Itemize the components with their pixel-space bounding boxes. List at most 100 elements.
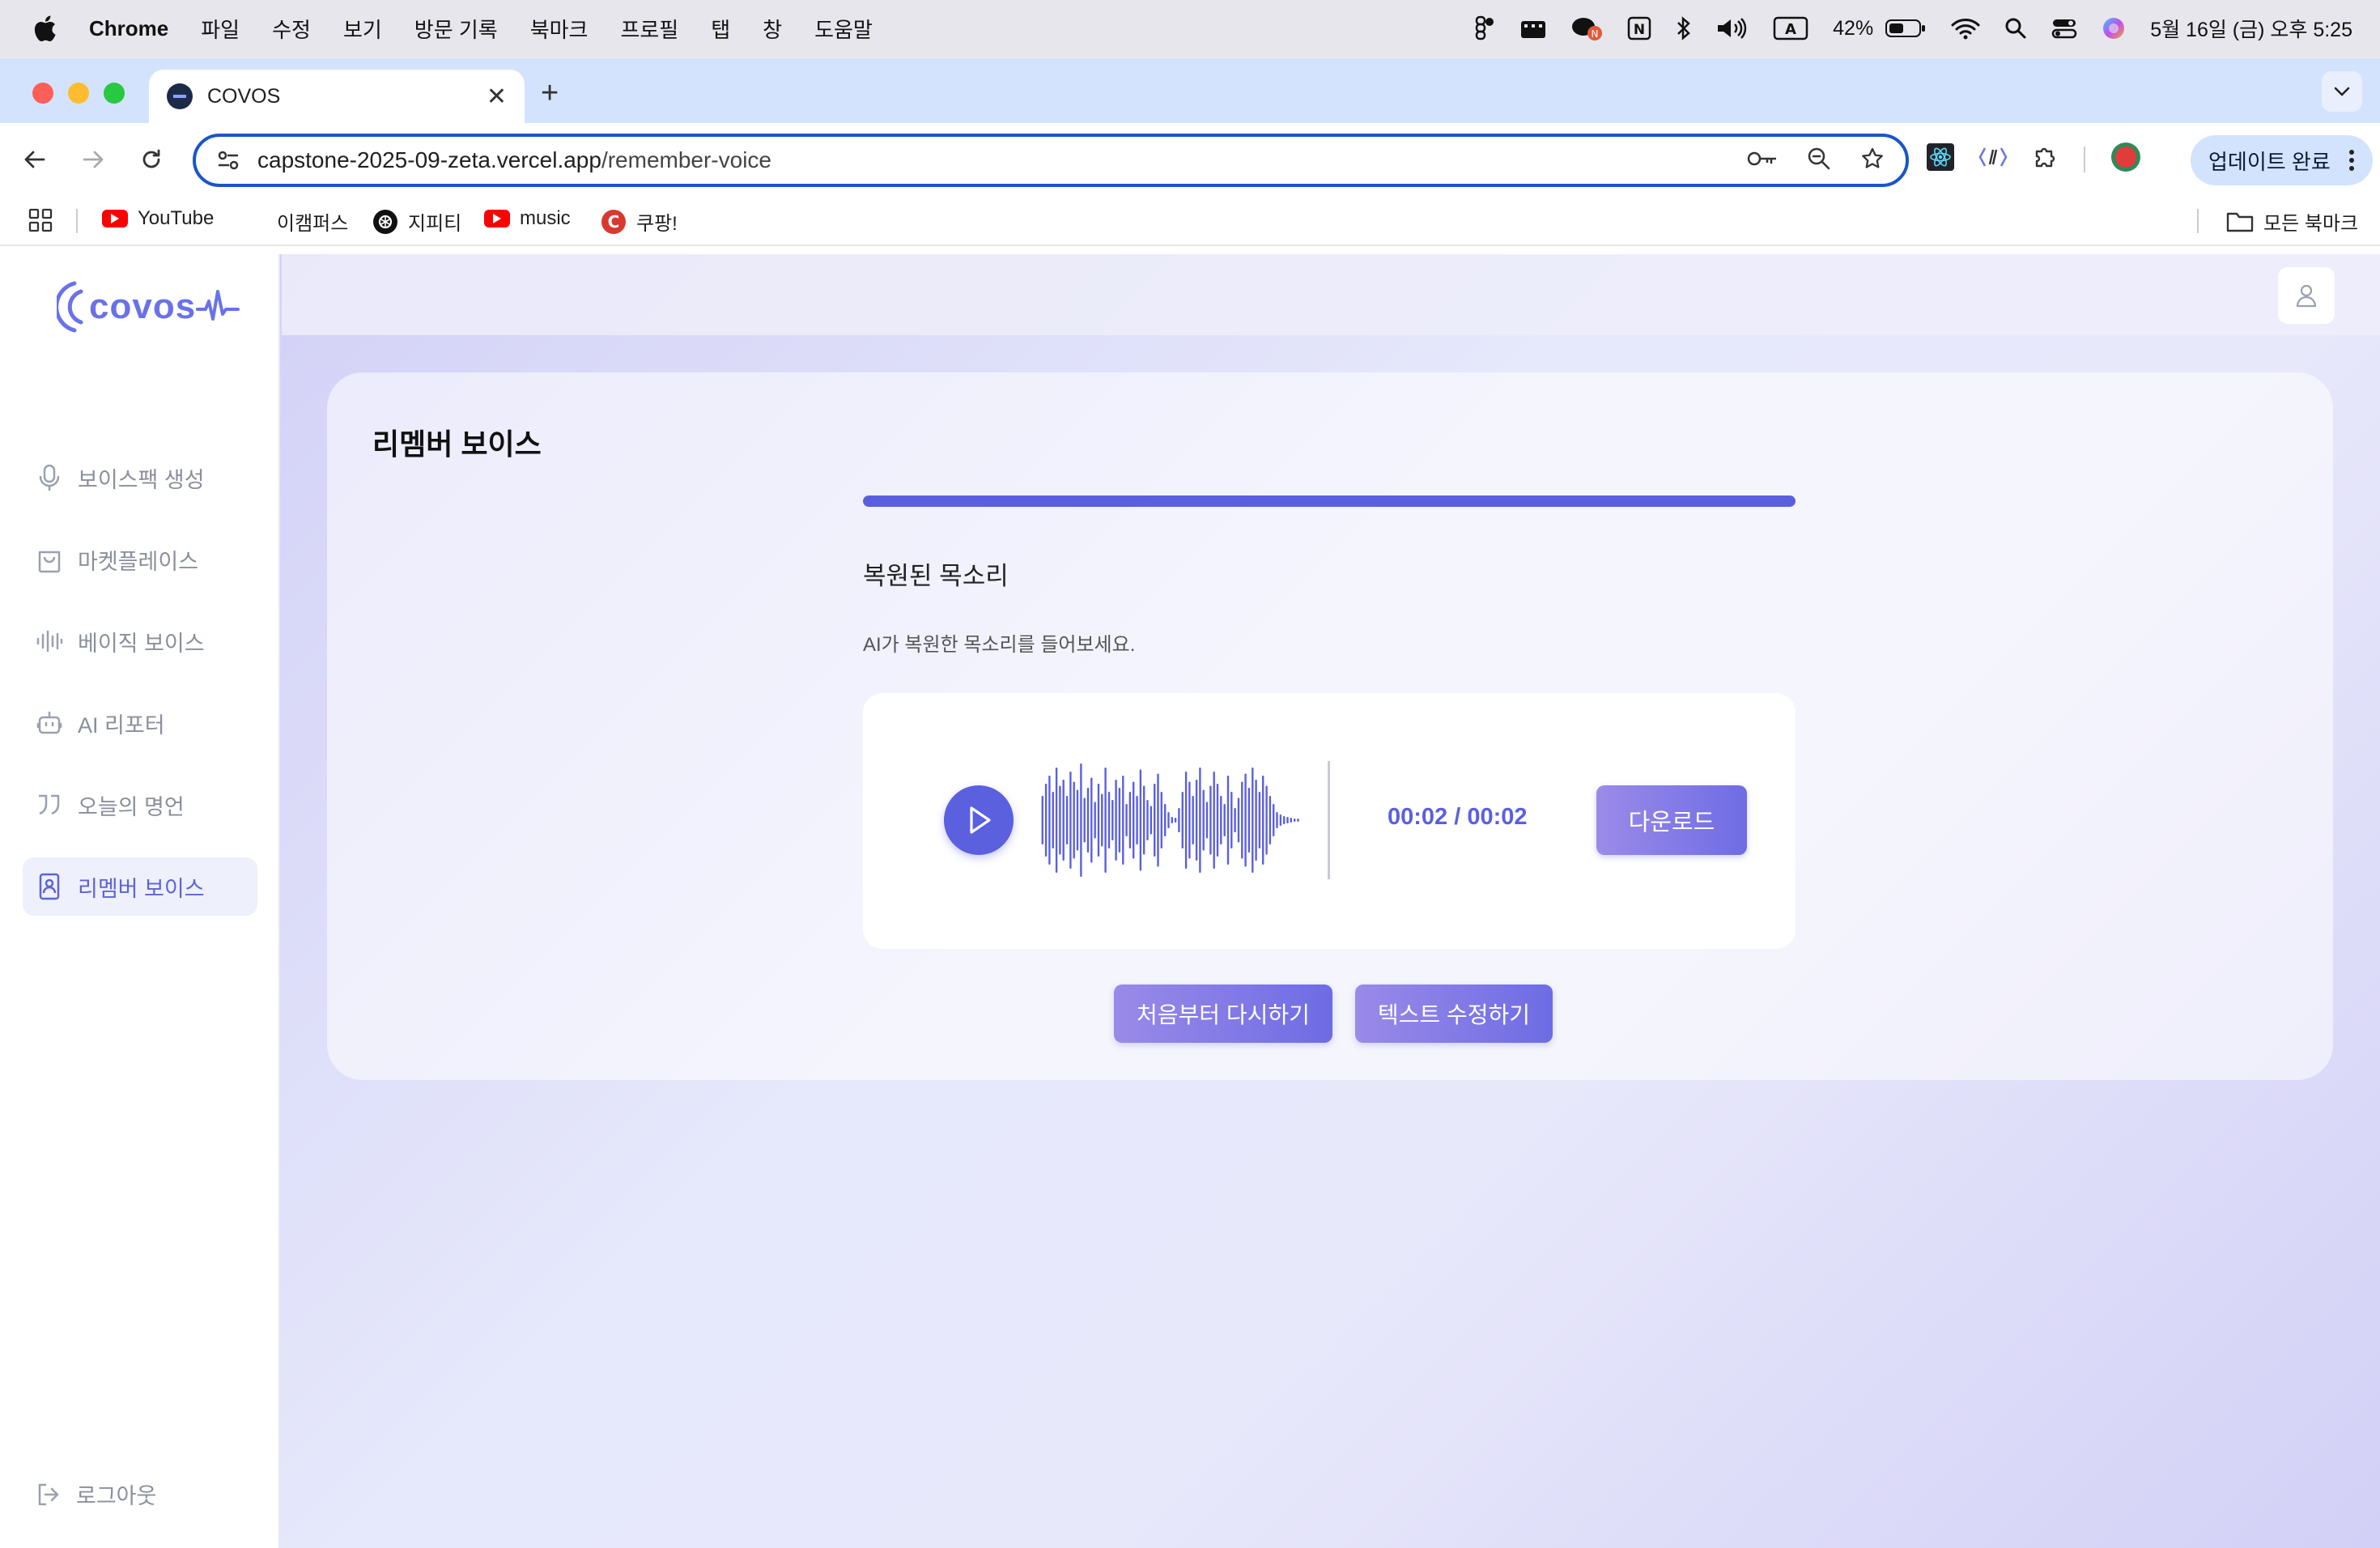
all-bookmarks-label: 모든 북마크 — [2263, 213, 2359, 235]
forward-button[interactable] — [76, 142, 110, 176]
sidebar-item-marketplace[interactable]: 마켓플레이스 — [23, 530, 257, 589]
all-bookmarks-button[interactable]: 모든 북마크 — [2226, 207, 2358, 236]
menu-tab[interactable]: 탭 — [711, 14, 730, 44]
step-progress-bar — [863, 495, 1796, 507]
browser-toolbar: capstone-2025-09-zeta.vercel.app/remembe… — [0, 123, 2380, 196]
siri-icon[interactable] — [2102, 16, 2126, 40]
waveform-bar — [1111, 800, 1114, 840]
tab-search-button[interactable] — [2322, 71, 2362, 112]
bookmark-music[interactable]: music — [484, 207, 571, 230]
site-info-icon[interactable] — [217, 150, 240, 171]
menu-help[interactable]: 도움말 — [814, 14, 873, 44]
bookmark-star-icon[interactable] — [1860, 147, 1885, 175]
sidebar-item-voicepack[interactable]: 보이스팩 생성 — [23, 449, 257, 507]
menu-profile[interactable]: 프로필 — [620, 14, 678, 44]
extensions-puzzle-icon[interactable] — [2032, 143, 2059, 175]
tab-strip: COVOS ✕ + — [0, 58, 2380, 123]
bookmark-coupang[interactable]: C 쿠팡! — [601, 207, 678, 236]
menu-history[interactable]: 방문 기록 — [414, 14, 498, 44]
control-center-icon[interactable] — [2051, 17, 2077, 40]
logout-button[interactable]: 로그아웃 — [36, 1478, 156, 1510]
playback-time: 00:02 / 00:02 — [1388, 804, 1528, 830]
waveform-bar — [1118, 788, 1121, 853]
zoom-out-icon[interactable] — [1807, 147, 1831, 175]
waveform-bar — [1059, 785, 1061, 855]
waveform-bar — [1080, 763, 1082, 877]
update-complete-button[interactable]: 업데이트 완료 — [2191, 135, 2373, 185]
broadcast-extension-icon[interactable] — [1978, 145, 2008, 173]
notion-icon[interactable]: N — [1627, 16, 1651, 40]
waveform-bar — [1104, 768, 1107, 873]
spotlight-search-icon[interactable] — [2004, 17, 2027, 40]
bookmark-youtube[interactable]: YouTube — [102, 207, 214, 230]
waveform-bar — [1125, 804, 1128, 836]
chat-notification-icon[interactable]: N — [1570, 15, 1603, 41]
figma-icon[interactable] — [1475, 15, 1496, 41]
user-menu-button[interactable] — [2278, 267, 2335, 324]
waveform-bar — [1255, 780, 1257, 861]
waveform-bar — [1297, 819, 1299, 822]
apple-icon[interactable] — [23, 0, 66, 57]
menu-app-name[interactable]: Chrome — [89, 16, 168, 41]
omnibox-actions — [1747, 147, 1885, 175]
play-button[interactable] — [944, 785, 1014, 855]
url-host: capstone-2025-09-zeta.vercel.app — [257, 147, 601, 172]
sidebar-item-label: AI 리포터 — [78, 712, 165, 738]
waveform-bar — [1065, 796, 1069, 844]
url-path: /remember-voice — [601, 147, 771, 172]
reload-button[interactable] — [134, 142, 168, 176]
sidebar-item-basic-voice[interactable]: 베이직 보이스 — [23, 612, 257, 670]
logo-pulse-icon — [196, 290, 240, 321]
audio-waveform[interactable] — [1041, 759, 1300, 881]
covos-logo[interactable]: covos — [57, 279, 240, 335]
password-key-icon[interactable] — [1747, 149, 1778, 172]
sidebar-item-ai-reporter[interactable]: AI 리포터 — [23, 694, 257, 752]
menu-bookmarks[interactable]: 북마크 — [530, 14, 589, 44]
waveform-bar — [1139, 769, 1142, 871]
player-divider — [1328, 761, 1330, 879]
coupang-icon: C — [601, 209, 626, 234]
input-source-icon[interactable]: A — [1773, 16, 1808, 40]
minimize-window-button[interactable] — [68, 83, 89, 104]
download-button[interactable]: 다운로드 — [1596, 785, 1747, 855]
edit-text-button[interactable]: 텍스트 수정하기 — [1354, 985, 1553, 1043]
bookmark-ecampus[interactable]: 이캠퍼스 — [277, 207, 348, 236]
waveform-bar — [1195, 780, 1198, 861]
sidebar-item-quote[interactable]: 오늘의 명언 — [23, 776, 257, 834]
react-devtools-icon[interactable] — [1927, 143, 1954, 175]
waveform-bar — [1181, 792, 1184, 848]
close-tab-icon[interactable]: ✕ — [487, 83, 507, 111]
menu-window[interactable]: 창 — [763, 14, 782, 44]
waveform-bar — [1101, 793, 1103, 847]
address-bar[interactable]: capstone-2025-09-zeta.vercel.app/remembe… — [193, 134, 1909, 187]
waveform-bar — [1294, 819, 1296, 822]
menu-edit[interactable]: 수정 — [272, 14, 311, 44]
new-tab-button[interactable]: + — [541, 76, 559, 111]
waveform-bar — [1136, 796, 1138, 844]
zoom-window-button[interactable] — [104, 83, 125, 104]
sidebar-item-remember-voice[interactable]: 리멤버 보이스 — [23, 857, 257, 916]
battery-icon[interactable] — [1885, 18, 1927, 39]
svg-text:N: N — [1592, 28, 1599, 40]
back-button[interactable] — [18, 142, 52, 176]
waveform-bar — [1283, 816, 1286, 824]
close-window-button[interactable] — [32, 83, 53, 104]
apps-grid-icon[interactable] — [28, 207, 53, 233]
clapperboard-icon[interactable] — [1520, 18, 1546, 39]
profile-avatar-icon[interactable] — [2110, 141, 2142, 177]
menubar-clock[interactable]: 5월 16일 (금) 오후 5:25 — [2150, 14, 2352, 43]
chevron-down-icon — [2334, 87, 2350, 96]
menu-file[interactable]: 파일 — [201, 14, 240, 44]
bookmark-gpt[interactable]: 지피티 — [372, 207, 461, 236]
menu-view[interactable]: 보기 — [343, 14, 382, 44]
battery-percent: 42% — [1833, 16, 1874, 40]
bluetooth-icon[interactable] — [1676, 15, 1692, 41]
waveform-bar — [1234, 808, 1236, 832]
tab-covos[interactable]: COVOS ✕ — [149, 70, 525, 123]
restart-button[interactable]: 처음부터 다시하기 — [1114, 985, 1332, 1043]
volume-icon[interactable] — [1716, 17, 1749, 40]
arrow-left-icon — [24, 151, 45, 168]
wifi-icon[interactable] — [1951, 17, 1980, 40]
waveform-bar — [1213, 772, 1215, 869]
extension-icons — [1927, 141, 2142, 177]
